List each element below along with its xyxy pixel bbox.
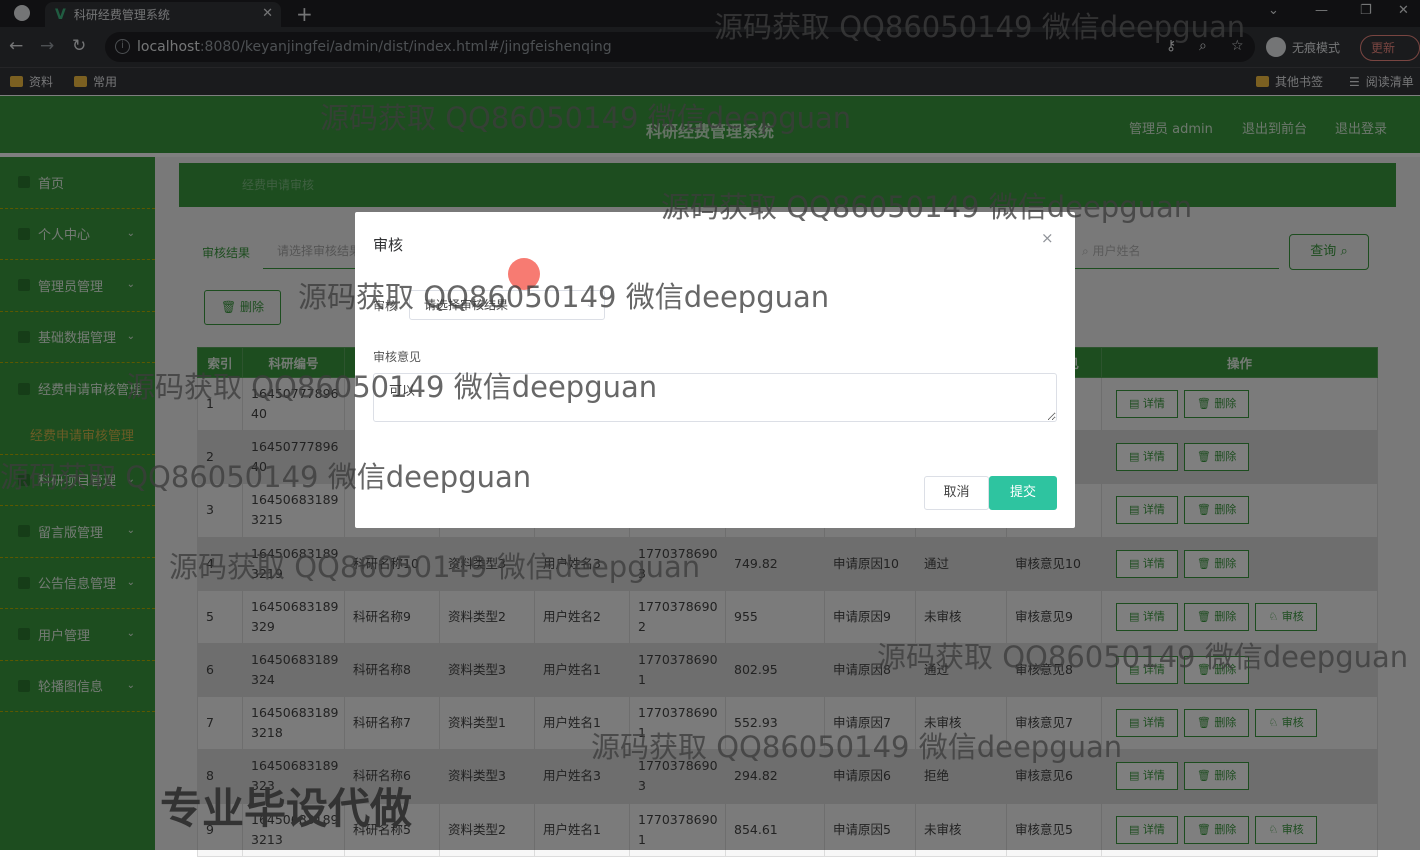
submit-button[interactable]: 提交 [989,476,1057,510]
close-icon[interactable]: × [1041,229,1054,247]
watermark: 源码获取 QQ86050149 微信deepguan [591,730,1123,764]
dialog-title: 审核 [373,236,404,254]
big-watermark: 专业毕设代做 [160,784,413,833]
watermark: 源码获取 QQ86050149 微信deepguan [714,10,1246,44]
watermark: 源码获取 QQ86050149 微信deepguan [320,101,852,135]
cancel-button[interactable]: 取消 [924,476,989,510]
watermark: 源码获取 QQ86050149 微信deepguan [169,550,701,584]
watermark: 源码获取 QQ86050149 微信deepguan [298,280,830,314]
review-opinion-label: 审核意见 [373,350,422,364]
watermark: 源码获取 QQ86050149 微信deepguan [0,460,532,494]
watermark: 源码获取 QQ86050149 微信deepguan [661,190,1193,224]
watermark: 源码获取 QQ86050149 微信deepguan [126,370,658,404]
watermark: 源码获取 QQ86050149 微信deepguan [877,640,1409,674]
